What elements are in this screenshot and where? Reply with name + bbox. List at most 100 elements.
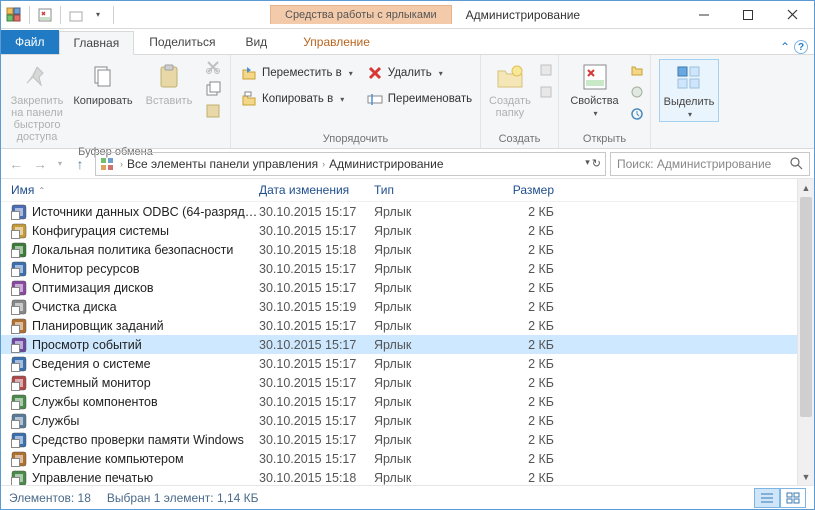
address-bar[interactable]: › Все элементы панели управления › Админ… bbox=[95, 152, 606, 176]
column-name[interactable]: Имя ⌃ bbox=[11, 183, 259, 197]
copy-path-icon[interactable] bbox=[205, 81, 221, 97]
system-menu-icon[interactable] bbox=[5, 6, 23, 24]
search-input[interactable]: Поиск: Администрирование bbox=[610, 152, 810, 176]
list-item[interactable]: Очистка диска30.10.2015 15:19Ярлык2 КБ bbox=[1, 297, 797, 316]
pin-button[interactable]: Закрепить на панели быстрого доступа bbox=[7, 59, 67, 145]
column-type[interactable]: Тип bbox=[374, 183, 484, 197]
list-item[interactable]: Просмотр событий30.10.2015 15:17Ярлык2 К… bbox=[1, 335, 797, 354]
new-folder-qat-icon[interactable] bbox=[67, 6, 85, 24]
item-date: 30.10.2015 15:17 bbox=[259, 338, 374, 352]
rename-button[interactable]: Переименовать bbox=[363, 89, 476, 109]
column-size[interactable]: Размер bbox=[484, 183, 564, 197]
delete-button[interactable]: Удалить ▾ bbox=[363, 63, 476, 83]
item-type: Ярлык bbox=[374, 338, 484, 352]
shortcut-icon bbox=[11, 337, 27, 353]
list-item[interactable]: Оптимизация дисков30.10.2015 15:17Ярлык2… bbox=[1, 278, 797, 297]
item-date: 30.10.2015 15:17 bbox=[259, 433, 374, 447]
details-view-button[interactable] bbox=[754, 488, 780, 508]
shortcut-icon bbox=[11, 470, 27, 486]
item-type: Ярлык bbox=[374, 224, 484, 238]
refresh-icon[interactable]: ↻ bbox=[592, 157, 601, 170]
list-item[interactable]: Конфигурация системы30.10.2015 15:17Ярлы… bbox=[1, 221, 797, 240]
ribbon-help-icon[interactable]: ? bbox=[794, 40, 808, 54]
item-type: Ярлык bbox=[374, 300, 484, 314]
column-date[interactable]: Дата изменения bbox=[259, 183, 374, 197]
open-icon[interactable] bbox=[630, 63, 644, 77]
item-size: 2 КБ bbox=[484, 319, 564, 333]
move-to-icon bbox=[241, 65, 257, 81]
list-item[interactable]: Сведения о системе30.10.2015 15:17Ярлык2… bbox=[1, 354, 797, 373]
scroll-up-icon[interactable]: ▲ bbox=[798, 179, 814, 196]
list-item[interactable]: Службы30.10.2015 15:17Ярлык2 КБ bbox=[1, 411, 797, 430]
ribbon-collapse-icon[interactable]: ⌃ bbox=[780, 40, 790, 54]
dropdown-caret-icon: ▾ bbox=[349, 69, 353, 78]
copy-button[interactable]: Копировать bbox=[73, 59, 133, 109]
new-item-icon[interactable] bbox=[539, 63, 553, 77]
vertical-scrollbar[interactable]: ▲ ▼ bbox=[797, 179, 814, 485]
list-item[interactable]: Локальная политика безопасности30.10.201… bbox=[1, 240, 797, 259]
list-item[interactable]: Источники данных ODBC (64-разрядна...30.… bbox=[1, 202, 797, 221]
list-item[interactable]: Планировщик заданий30.10.2015 15:17Ярлык… bbox=[1, 316, 797, 335]
tab-manage[interactable]: Управление bbox=[288, 30, 385, 54]
dropdown-caret-icon: ▾ bbox=[593, 109, 597, 118]
item-name: Управление печатью bbox=[32, 471, 259, 485]
item-name: Сведения о системе bbox=[32, 357, 259, 371]
tab-file[interactable]: Файл bbox=[1, 30, 59, 54]
nav-recent-dropdown[interactable]: ▾ bbox=[53, 153, 67, 175]
item-date: 30.10.2015 15:18 bbox=[259, 471, 374, 485]
nav-back-button[interactable]: ← bbox=[5, 153, 27, 175]
tab-home[interactable]: Главная bbox=[59, 31, 135, 55]
item-type: Ярлык bbox=[374, 452, 484, 466]
item-date: 30.10.2015 15:17 bbox=[259, 395, 374, 409]
list-item[interactable]: Управление компьютером30.10.2015 15:17Яр… bbox=[1, 449, 797, 468]
navbar: ← → ▾ ↑ › Все элементы панели управления… bbox=[1, 149, 814, 179]
easy-access-icon[interactable] bbox=[539, 85, 553, 99]
breadcrumb-current[interactable]: Администрирование bbox=[329, 157, 443, 171]
list-item[interactable]: Управление печатью30.10.2015 15:18Ярлык2… bbox=[1, 468, 797, 485]
qat-dropdown-icon[interactable]: ▾ bbox=[89, 6, 107, 24]
paste-shortcut-icon[interactable] bbox=[205, 103, 221, 119]
list-item[interactable]: Средство проверки памяти Windows30.10.20… bbox=[1, 430, 797, 449]
item-size: 2 КБ bbox=[484, 357, 564, 371]
item-size: 2 КБ bbox=[484, 433, 564, 447]
breadcrumb-root[interactable]: Все элементы панели управления bbox=[127, 157, 318, 171]
history-icon[interactable] bbox=[630, 107, 644, 121]
copy-to-button[interactable]: Копировать в ▾ bbox=[237, 89, 357, 109]
minimize-button[interactable] bbox=[682, 1, 726, 29]
nav-up-button[interactable]: ↑ bbox=[69, 153, 91, 175]
list-item[interactable]: Монитор ресурсов30.10.2015 15:17Ярлык2 К… bbox=[1, 259, 797, 278]
item-type: Ярлык bbox=[374, 243, 484, 257]
item-date: 30.10.2015 15:17 bbox=[259, 357, 374, 371]
shortcut-icon bbox=[11, 280, 27, 296]
move-to-button[interactable]: Переместить в ▾ bbox=[237, 63, 357, 83]
window-title: Администрирование bbox=[466, 8, 580, 22]
address-dropdown-icon[interactable]: ▾ bbox=[585, 157, 590, 170]
new-folder-icon bbox=[494, 61, 526, 93]
item-type: Ярлык bbox=[374, 414, 484, 428]
tab-share[interactable]: Поделиться bbox=[134, 30, 230, 54]
item-size: 2 КБ bbox=[484, 281, 564, 295]
scroll-down-icon[interactable]: ▼ bbox=[798, 468, 814, 485]
paste-button[interactable]: Вставить bbox=[139, 59, 199, 109]
close-button[interactable] bbox=[770, 1, 814, 29]
list-item[interactable]: Системный монитор30.10.2015 15:17Ярлык2 … bbox=[1, 373, 797, 392]
copy-icon bbox=[87, 61, 119, 93]
nav-forward-button[interactable]: → bbox=[29, 153, 51, 175]
properties-qat-icon[interactable] bbox=[36, 6, 54, 24]
item-name: Средство проверки памяти Windows bbox=[32, 433, 259, 447]
list-item[interactable]: Службы компонентов30.10.2015 15:17Ярлык2… bbox=[1, 392, 797, 411]
edit-icon[interactable] bbox=[630, 85, 644, 99]
thumbnails-view-button[interactable] bbox=[780, 488, 806, 508]
select-button[interactable]: Выделить ▾ bbox=[659, 59, 719, 122]
maximize-button[interactable] bbox=[726, 1, 770, 29]
cut-icon[interactable] bbox=[205, 59, 221, 75]
new-folder-button[interactable]: Создать папку bbox=[487, 59, 533, 121]
tab-view[interactable]: Вид bbox=[230, 30, 282, 54]
quick-access-toolbar: ▾ bbox=[1, 6, 120, 24]
item-type: Ярлык bbox=[374, 471, 484, 485]
shortcut-icon bbox=[11, 204, 27, 220]
scroll-thumb[interactable] bbox=[800, 197, 812, 417]
item-name: Источники данных ODBC (64-разрядна... bbox=[32, 205, 259, 219]
dropdown-caret-icon: ▾ bbox=[439, 69, 443, 78]
properties-button[interactable]: Свойства ▾ bbox=[565, 59, 624, 120]
